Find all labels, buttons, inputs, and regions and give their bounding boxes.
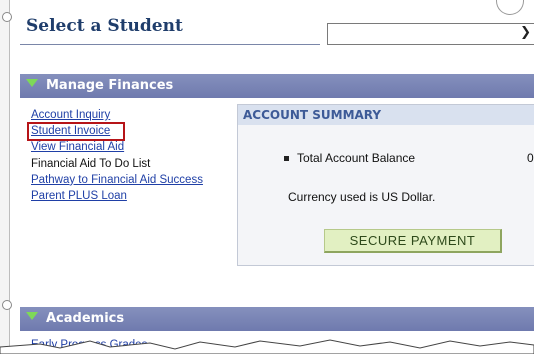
collapse-triangle-icon[interactable] bbox=[26, 312, 38, 320]
financial-aid-todo-label: Financial Aid To Do List bbox=[31, 157, 151, 170]
parent-plus-loan-link[interactable]: Parent PLUS Loan bbox=[31, 188, 203, 204]
balance-row: Total Account Balance bbox=[284, 151, 415, 165]
balance-value: 0 bbox=[527, 151, 534, 165]
view-financial-aid-link[interactable]: View Financial Aid bbox=[31, 139, 203, 155]
currency-note: Currency used is US Dollar. bbox=[288, 190, 436, 204]
resize-handle bbox=[2, 12, 12, 22]
student-select-dropdown[interactable]: ❯ bbox=[327, 23, 534, 45]
academics-header[interactable]: Academics bbox=[20, 307, 534, 331]
account-summary-title: ACCOUNT SUMMARY bbox=[243, 108, 382, 122]
account-inquiry-link[interactable]: Account Inquiry bbox=[31, 107, 203, 123]
highlight-box bbox=[27, 122, 125, 141]
manage-finances-header[interactable]: Manage Finances bbox=[20, 74, 534, 98]
section-title: Manage Finances bbox=[46, 78, 174, 93]
account-summary-panel: ACCOUNT SUMMARY Total Account Balance 0 … bbox=[237, 104, 534, 266]
page-title: Select a Student bbox=[26, 16, 183, 36]
resize-handle bbox=[2, 300, 12, 310]
pathway-financial-aid-link[interactable]: Pathway to Financial Aid Success bbox=[31, 172, 203, 188]
chevron-down-icon[interactable]: ❯ bbox=[520, 25, 531, 40]
bullet-icon bbox=[284, 156, 289, 162]
torn-edge bbox=[0, 339, 534, 354]
secure-payment-button[interactable]: SECURE PAYMENT bbox=[324, 229, 502, 253]
section-title: Academics bbox=[46, 311, 125, 326]
balance-label: Total Account Balance bbox=[297, 151, 416, 165]
collapse-triangle-icon[interactable] bbox=[26, 79, 38, 87]
frame-top-arc bbox=[496, 0, 524, 15]
account-summary-header: ACCOUNT SUMMARY bbox=[238, 105, 534, 125]
title-divider bbox=[20, 44, 320, 45]
